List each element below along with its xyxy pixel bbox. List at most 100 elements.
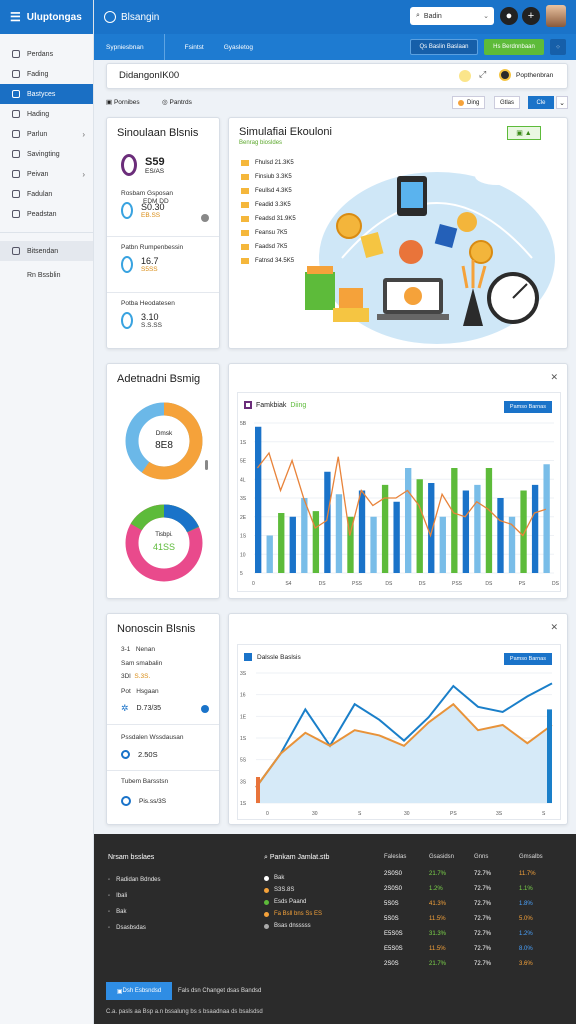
sim-main-panel: Simulafiai Ekouloni Benrag biosldes ▣ ▲ …	[228, 117, 568, 349]
footer-link[interactable]: ◦ Bak	[108, 904, 161, 920]
bar-chart-panel: ✕ Famkbiak Diing Pamso Barnas 5B 1S 5E 4L 3S…	[228, 363, 568, 599]
line-chart-frame: Dalssle Baslsis Pamso Barnas 3S 16 1E 1S 5S 3…	[237, 644, 561, 820]
ring-icon	[121, 256, 133, 273]
sidebar-header: ☰ Uluptongas	[0, 0, 93, 34]
x-tick-label: DS	[419, 581, 427, 587]
y-tick-label: 1S	[240, 440, 247, 446]
x-tick-label: 30	[312, 811, 318, 817]
bar	[497, 498, 504, 573]
sidebar-item-bssblin[interactable]: Rn Bssblin	[0, 265, 93, 285]
subnav-button-1[interactable]: Qs Baslin Baslaan	[410, 39, 478, 55]
footer-link[interactable]: ◦ Radidan Bdndes	[108, 872, 161, 888]
sun-icon[interactable]	[459, 70, 471, 82]
profile-menu[interactable]: Popthenbran	[499, 69, 553, 81]
grid-icon[interactable]: ⁘	[550, 39, 566, 55]
table-row: 2S0S0 21.7% 72.7% 11.7%	[384, 870, 536, 877]
table-row: 5S0S 11.5% 72.7% 5.0%	[384, 915, 533, 922]
close-icon[interactable]: ✕	[550, 372, 558, 383]
chevron-down-icon[interactable]: ⌄	[556, 96, 568, 109]
bar	[301, 498, 308, 573]
notification-icon[interactable]: ●	[500, 7, 518, 25]
chart-icon	[244, 653, 252, 661]
app-title: Uluptongas	[26, 11, 82, 23]
x-tick-label: S	[358, 811, 362, 817]
sidebar-item-0[interactable]: Perdans	[0, 44, 93, 64]
sidebar-item-bitsendan[interactable]: Bitsendan	[0, 241, 93, 261]
header-input[interactable]: DidangonIK00	[119, 70, 179, 81]
sidebar: ☰ Uluptongas Perdans Fading Bastyces Hading…	[0, 0, 94, 1024]
panel-title: Adetnadni Bsmig	[117, 373, 201, 385]
footer-item: Esds Paand	[264, 896, 322, 908]
sidebar-item-1[interactable]: Fading	[0, 64, 93, 84]
x-tick-label: S	[542, 811, 546, 817]
y-tick-label: 5B	[240, 421, 247, 427]
footer-button[interactable]: ▣ Dsh Esbsndsd	[106, 982, 172, 1000]
x-tick-label: PS	[450, 811, 457, 817]
sidebar-item-8[interactable]: Peadstan	[0, 204, 93, 224]
chip-gtlas[interactable]: Gtlas	[494, 96, 521, 109]
minimize-icon[interactable]: ⤢	[479, 69, 486, 80]
chart-title: Dalssle Baslsis	[257, 653, 301, 661]
header-bar: DidangonIK00 ⤢ Popthenbran	[106, 63, 568, 89]
sidebar-item-7[interactable]: Fadulan	[0, 184, 93, 204]
sidebar-item-2[interactable]: Bastyces	[0, 84, 93, 104]
flag-icon	[12, 170, 20, 178]
bar	[531, 484, 539, 573]
sidebar-item-5[interactable]: Savingting	[0, 144, 93, 164]
table-row: E5S0S 31.3% 72.7% 1.2%	[384, 930, 533, 937]
search-input[interactable]: ⌕ Badin ⌄	[410, 7, 494, 25]
chart-title: Famkbiak	[256, 401, 287, 409]
chart-button[interactable]: Pamso Barnas	[503, 401, 552, 413]
footer-item: Bak	[264, 872, 322, 884]
y-tick-label: 5	[240, 571, 243, 577]
chart-button[interactable]: Pamso Barnas	[503, 653, 552, 665]
folder-icon	[241, 188, 249, 194]
bar	[485, 468, 493, 573]
footer-link[interactable]: ◦ Dsasbsdas	[108, 920, 161, 936]
check-icon	[121, 796, 131, 806]
sidebar-item-4[interactable]: Parlun ›	[0, 124, 93, 144]
tab-pornibes[interactable]: ▣ Pornibes	[106, 98, 140, 106]
export-button[interactable]: ▣ ▲	[507, 126, 541, 140]
tab-sypniesbnan[interactable]: Sypniesbnan	[106, 44, 144, 51]
chip-cle[interactable]: Cle	[528, 96, 554, 109]
info-icon[interactable]	[201, 214, 209, 222]
sidebar-item-3[interactable]: Hading	[0, 104, 93, 124]
chip-ding[interactable]: Ding	[452, 96, 486, 109]
close-icon[interactable]: ✕	[550, 622, 558, 633]
dot-icon	[264, 923, 269, 929]
add-icon[interactable]: +	[522, 7, 540, 25]
subnav-button-2[interactable]: Hs Berdnnbaan	[484, 39, 544, 55]
x-tick-label: 0	[252, 581, 255, 587]
bar	[256, 777, 260, 803]
x-tick-label: 3S	[496, 811, 503, 817]
footer-link[interactable]: ◦ Ibali	[108, 888, 161, 904]
folder-icon	[241, 174, 249, 180]
tab-gyasletog[interactable]: Gyasletog	[224, 44, 253, 51]
x-tick-label: 30	[404, 811, 410, 817]
tab-pantrds[interactable]: ◎ Pantrds	[162, 98, 192, 106]
x-tick-label: PSS	[352, 581, 363, 587]
scroll-handle[interactable]	[205, 460, 208, 470]
refresh-icon	[12, 150, 20, 158]
tab-fsintst[interactable]: Fsintst	[185, 44, 204, 51]
info-icon[interactable]	[201, 705, 209, 713]
panel-title: Nonoscin Blsnis	[117, 623, 196, 635]
sidebar-item-6[interactable]: Peivan ›	[0, 164, 93, 184]
business-illustration	[305, 167, 555, 344]
menu-icon[interactable]: ☰	[10, 10, 21, 24]
bar	[266, 535, 273, 573]
ring-icon	[121, 312, 133, 329]
tab-row: ▣ Pornibes ◎ Pantrds Ding Gtlas Cle ⌄	[106, 96, 568, 110]
table-row: 2S0S0 1.2% 72.7% 1.1%	[384, 885, 533, 892]
avatar[interactable]	[546, 5, 566, 27]
adv-panel: Adetnadni Bsmig Dmsk 8E8 Tisbpi. 41SS	[106, 363, 220, 599]
y-tick-label: 5E	[240, 459, 247, 465]
bar	[416, 479, 423, 573]
bar-chart-frame: Famkbiak Diing Pamso Barnas 5B 1S 5E 4L 3S 2E…	[237, 392, 561, 592]
bar	[547, 709, 552, 803]
line-chart-panel: ✕ Dalssle Baslsis Pamso Barnas 3S 16 1E 1S 5…	[228, 613, 568, 825]
folder-icon	[241, 258, 249, 264]
footer: Nrsam bsslaes ◦ Radidan Bdndes ◦ Ibali ◦ Bak ◦…	[94, 834, 576, 1024]
folder-icon	[241, 160, 249, 166]
